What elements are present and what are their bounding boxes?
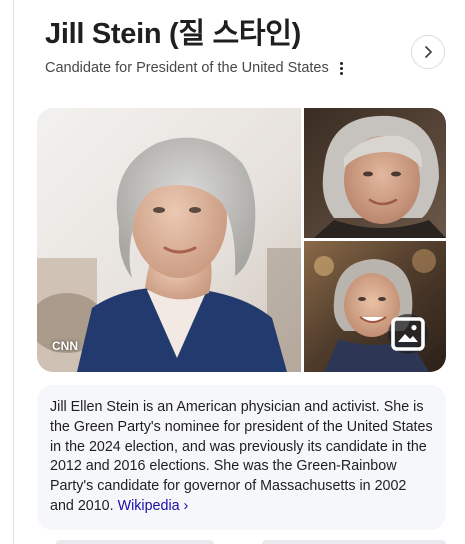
description-card: Jill Ellen Stein is an American physicia…	[37, 385, 446, 530]
more-vert-icon[interactable]	[335, 58, 349, 78]
entity-subtitle-row: Candidate for President of the United St…	[45, 57, 349, 79]
entity-subtitle: Candidate for President of the United St…	[45, 60, 329, 76]
next-section-edge	[262, 540, 446, 544]
next-section-edge	[56, 540, 214, 544]
main-photo[interactable]: CNN	[37, 108, 301, 372]
secondary-photo-top[interactable]	[304, 108, 446, 238]
image-source-label: CNN	[52, 339, 78, 353]
knowledge-panel: Jill Stein (질 스타인) Candidate for Preside…	[0, 0, 465, 544]
panel-divider	[13, 0, 14, 544]
secondary-photo-bottom[interactable]	[304, 241, 446, 372]
next-button[interactable]	[411, 35, 445, 69]
wikipedia-link[interactable]: Wikipedia ›	[118, 498, 189, 514]
entity-title: Jill Stein (질 스타인)	[45, 18, 302, 50]
more-images-button[interactable]	[388, 314, 428, 354]
description-body: Jill Ellen Stein is an American physicia…	[50, 399, 433, 514]
chevron-right-icon	[425, 46, 432, 58]
description-text: Jill Ellen Stein is an American physicia…	[50, 398, 434, 517]
image-icon	[391, 317, 425, 351]
image-grid: CNN	[37, 108, 446, 372]
